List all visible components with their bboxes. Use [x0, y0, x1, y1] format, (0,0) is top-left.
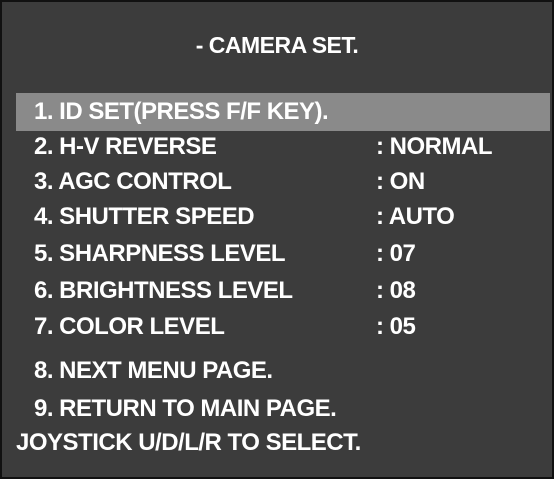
menu-item-agc-control[interactable]: 3. AGC CONTROL : ON	[2, 165, 552, 199]
osd-menu-screen: - CAMERA SET. 1. ID SET(PRESS F/F KEY). …	[0, 0, 554, 479]
menu-item-label: 6. BRIGHTNESS LEVEL	[34, 277, 293, 304]
menu-item-value: : 08	[376, 277, 416, 304]
menu-item-sharpness-level[interactable]: 5. SHARPNESS LEVEL : 07	[2, 237, 552, 271]
menu-title: - CAMERA SET.	[195, 32, 359, 58]
menu-item-label: 8. NEXT MENU PAGE.	[34, 357, 273, 384]
menu-item-value: : ON	[376, 168, 425, 195]
menu-item-brightness-level[interactable]: 6. BRIGHTNESS LEVEL : 08	[2, 274, 552, 308]
menu-item-label: 5. SHARPNESS LEVEL	[34, 240, 286, 267]
menu-item-value: : AUTO	[376, 203, 455, 230]
menu-item-shutter-speed[interactable]: 4. SHUTTER SPEED : AUTO	[2, 200, 552, 234]
menu-item-id-set[interactable]: 1. ID SET(PRESS F/F KEY).	[2, 95, 552, 129]
menu-item-value: : NORMAL	[376, 133, 492, 160]
menu-item-label: 3. AGC CONTROL	[34, 168, 232, 195]
menu-item-value: : 07	[376, 240, 416, 267]
joystick-hint: JOYSTICK U/D/L/R TO SELECT.	[16, 429, 361, 456]
menu-item-label: 1. ID SET(PRESS F/F KEY).	[34, 98, 329, 125]
menu-item-color-level[interactable]: 7. COLOR LEVEL : 05	[2, 310, 552, 344]
menu-item-hv-reverse[interactable]: 2. H-V REVERSE : NORMAL	[2, 130, 552, 164]
menu-item-value: : 05	[376, 313, 416, 340]
menu-item-next-menu-page[interactable]: 8. NEXT MENU PAGE.	[2, 354, 552, 388]
menu-item-return-main-page[interactable]: 9. RETURN TO MAIN PAGE.	[2, 392, 552, 426]
menu-item-label: 9. RETURN TO MAIN PAGE.	[34, 395, 337, 422]
menu-item-label: 7. COLOR LEVEL	[34, 313, 225, 340]
menu-item-label: 2. H-V REVERSE	[34, 133, 217, 160]
menu-item-label: 4. SHUTTER SPEED	[34, 203, 255, 230]
